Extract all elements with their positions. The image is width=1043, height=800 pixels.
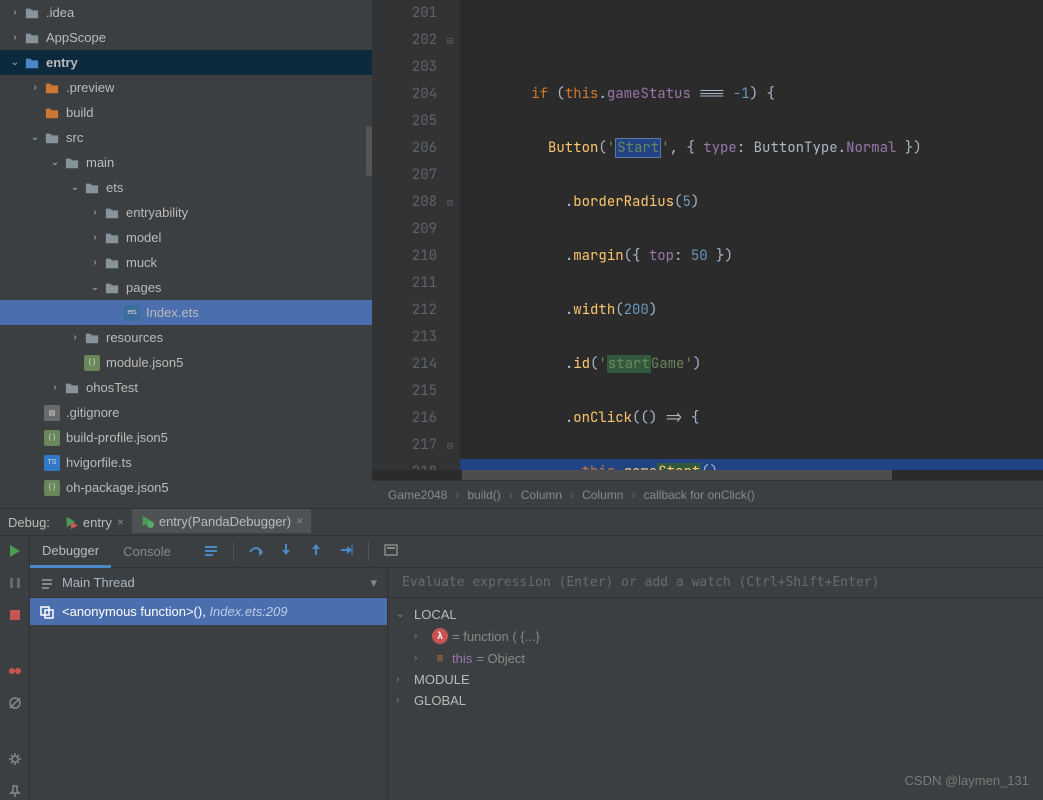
- debug-tabs: Debug: entry × entry(PandaDebugger) ×: [0, 509, 1043, 536]
- tree-item[interactable]: ⌄src: [0, 125, 372, 150]
- breadcrumb-item[interactable]: Column: [517, 488, 566, 502]
- debug-session-tab[interactable]: entry ×: [56, 509, 132, 535]
- var-scope[interactable]: ›MODULE: [388, 669, 1043, 690]
- tree-item[interactable]: { }oh-package.json5: [0, 475, 372, 500]
- tree-item[interactable]: ›muck: [0, 250, 372, 275]
- stop-button[interactable]: [6, 606, 24, 624]
- breadcrumb-item[interactable]: build(): [463, 488, 504, 502]
- horizontal-scrollbar[interactable]: [372, 470, 1043, 480]
- var-scope[interactable]: ⌄LOCAL: [388, 604, 1043, 625]
- tree-item[interactable]: { }build-profile.json5: [0, 425, 372, 450]
- debug-session-tab[interactable]: entry(PandaDebugger) ×: [132, 509, 311, 535]
- pin-button[interactable]: [6, 782, 24, 800]
- watermark: CSDN @laymen_131: [905, 773, 1029, 788]
- tree-item[interactable]: ⌄pages: [0, 275, 372, 300]
- breadcrumb[interactable]: Game2048› build()› Column› Column› callb…: [372, 480, 1043, 508]
- code-editor[interactable]: 201 202⊟ 203 204 205 206 207 208⊟ 209 21…: [372, 0, 1043, 508]
- console-tab[interactable]: Console: [111, 536, 183, 568]
- var-item[interactable]: ›λ = function ( {...}: [388, 625, 1043, 647]
- show-execution-point-icon[interactable]: [203, 542, 219, 561]
- thread-selector[interactable]: Main Thread ▾: [30, 568, 387, 598]
- editor-gutter[interactable]: 201 202⊟ 203 204 205 206 207 208⊟ 209 21…: [372, 0, 460, 480]
- lambda-icon: λ: [432, 628, 448, 644]
- tree-item[interactable]: ⌄main: [0, 150, 372, 175]
- view-breakpoints-button[interactable]: [6, 662, 24, 680]
- tree-item[interactable]: ›resources: [0, 325, 372, 350]
- run-config-icon: [64, 515, 78, 529]
- run-config-icon: [140, 514, 154, 528]
- pause-button[interactable]: [6, 574, 24, 592]
- chevron-down-icon: ▾: [370, 575, 377, 591]
- tree-item[interactable]: ⌄ets: [0, 175, 372, 200]
- debug-side-toolbar: [0, 536, 30, 800]
- tree-item[interactable]: ⌄entry: [0, 50, 372, 75]
- close-icon[interactable]: ×: [117, 515, 124, 529]
- tree-item[interactable]: ▤.gitignore: [0, 400, 372, 425]
- step-out-icon[interactable]: [308, 542, 324, 561]
- tree-item[interactable]: build: [0, 100, 372, 125]
- frames-panel: Main Thread ▾ <anonymous function>(), In…: [30, 568, 388, 800]
- tree-item[interactable]: ›AppScope: [0, 25, 372, 50]
- object-icon: ≡: [432, 650, 448, 666]
- var-item[interactable]: ›≡ this = Object: [388, 647, 1043, 669]
- tree-item[interactable]: ›ohosTest: [0, 375, 372, 400]
- evaluate-expression-input[interactable]: Evaluate expression (Enter) or add a wat…: [388, 568, 1043, 598]
- breadcrumb-item[interactable]: Game2048: [384, 488, 451, 502]
- close-icon[interactable]: ×: [296, 514, 303, 528]
- debug-panel: Debug: entry × entry(PandaDebugger) × De…: [0, 508, 1043, 800]
- run-to-cursor-icon[interactable]: [338, 542, 354, 561]
- var-scope[interactable]: ›GLOBAL: [388, 690, 1043, 711]
- settings-button[interactable]: [6, 750, 24, 768]
- tree-item[interactable]: TShvigorfile.ts: [0, 450, 372, 475]
- tree-item[interactable]: { }module.json5: [0, 350, 372, 375]
- evaluate-expression-icon[interactable]: [383, 542, 399, 561]
- breadcrumb-item[interactable]: Column: [578, 488, 627, 502]
- breadcrumb-item[interactable]: callback for onClick(): [639, 488, 758, 502]
- step-into-icon[interactable]: [278, 542, 294, 561]
- frame-icon: [40, 605, 54, 619]
- stack-frame[interactable]: <anonymous function>(), Index.ets:209: [30, 598, 387, 625]
- tree-item[interactable]: ›entryability: [0, 200, 372, 225]
- variables-panel: Evaluate expression (Enter) or add a wat…: [388, 568, 1043, 800]
- code-content[interactable]: if (this.gameStatus === -1) { Button('St…: [460, 0, 1043, 480]
- debug-label: Debug:: [2, 515, 56, 530]
- thread-icon: [40, 576, 54, 590]
- resume-button[interactable]: [6, 542, 24, 560]
- tree-item[interactable]: ›.preview: [0, 75, 372, 100]
- step-over-icon[interactable]: [248, 542, 264, 561]
- debugger-tab[interactable]: Debugger: [30, 536, 111, 568]
- tree-item[interactable]: etsIndex.ets: [0, 300, 372, 325]
- mute-breakpoints-button[interactable]: [6, 694, 24, 712]
- tree-item[interactable]: ›model: [0, 225, 372, 250]
- project-file-tree[interactable]: ›.idea›AppScope⌄entry›.previewbuild⌄src⌄…: [0, 0, 372, 508]
- tree-item[interactable]: ›.idea: [0, 0, 372, 25]
